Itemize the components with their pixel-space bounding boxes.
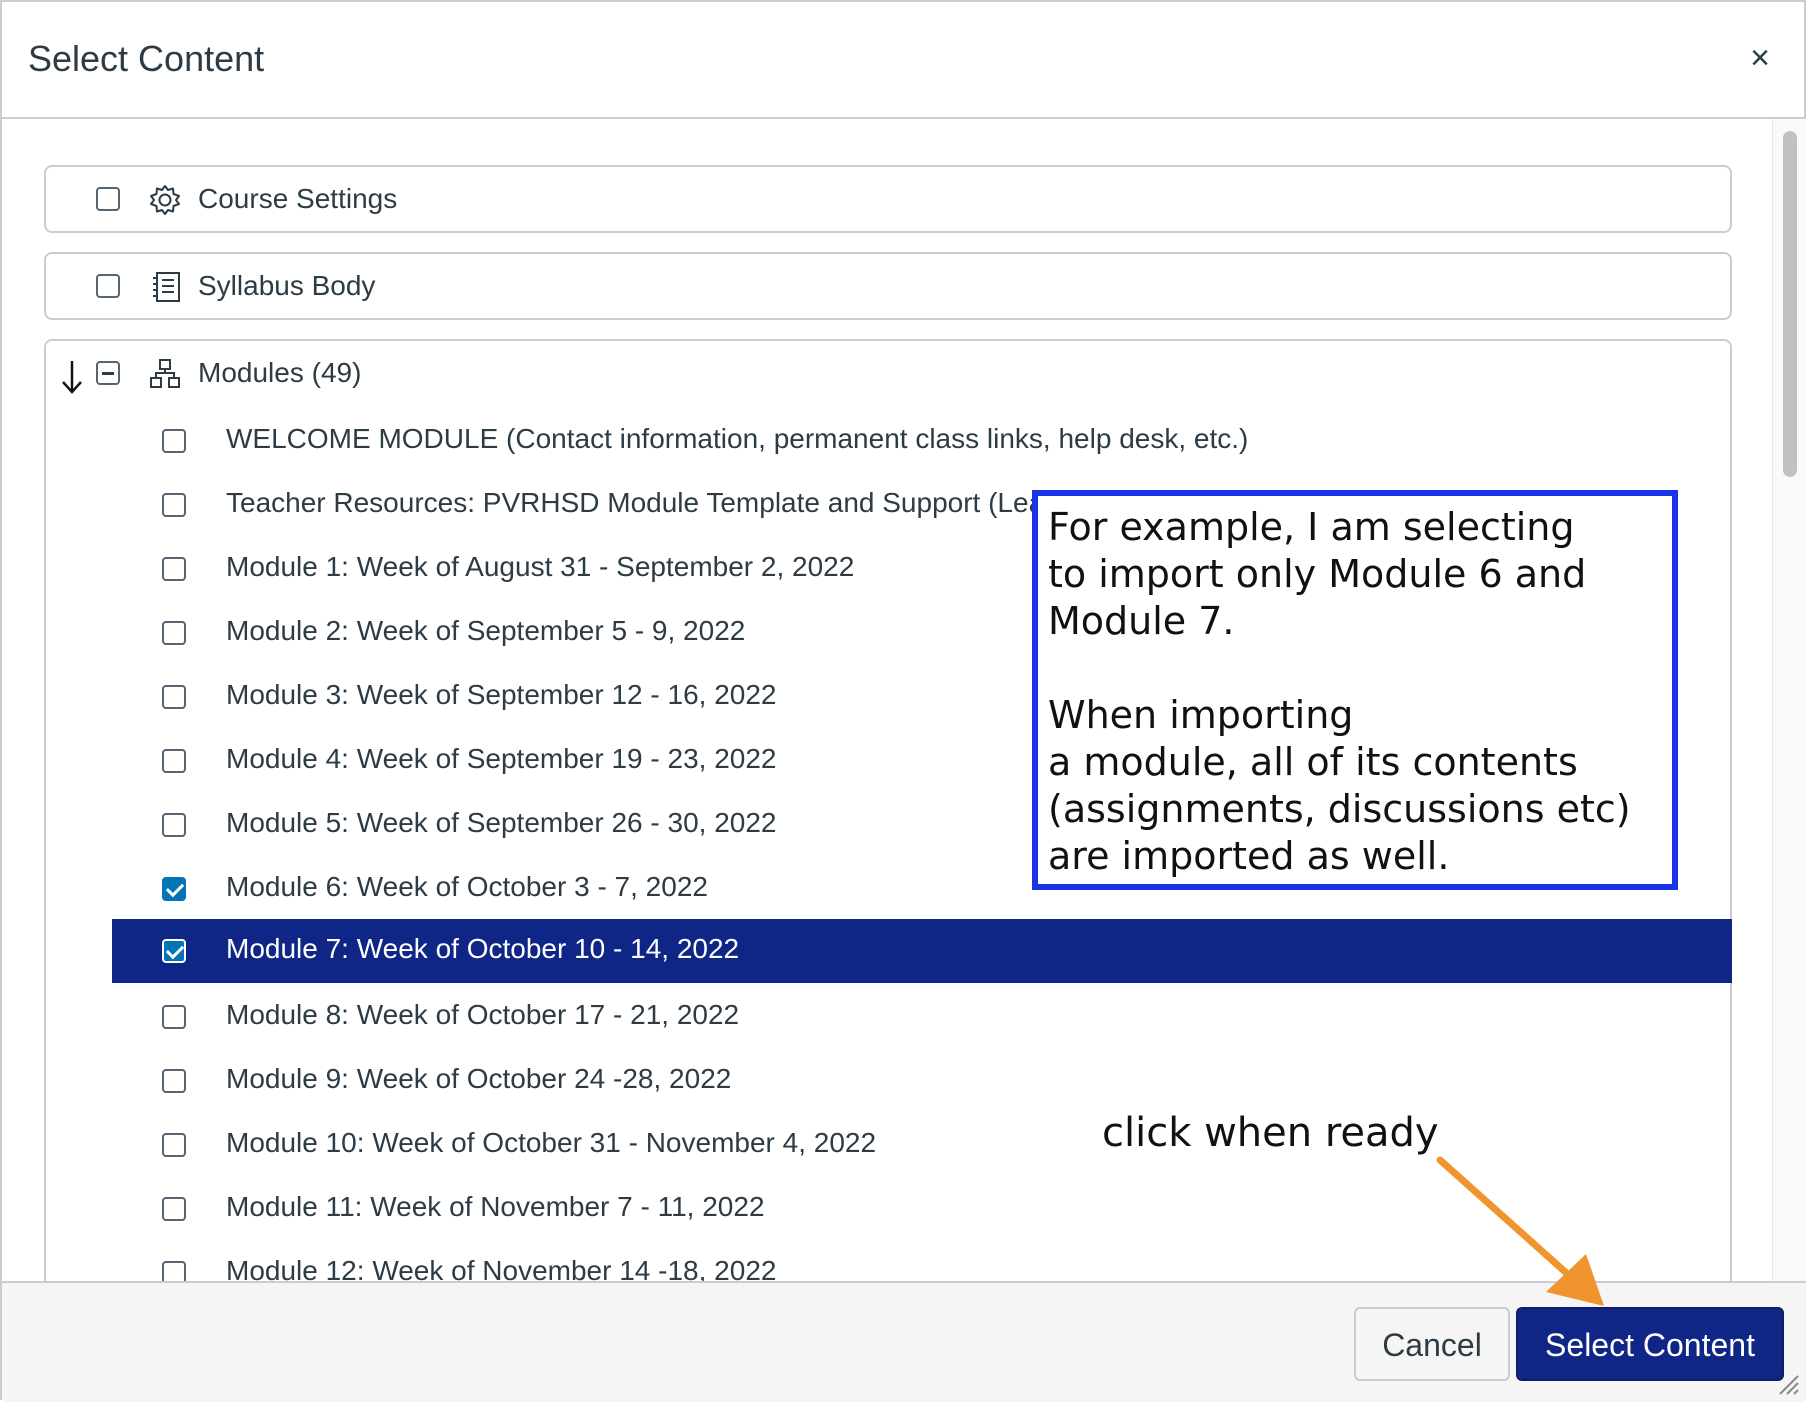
module-label: Module 1: Week of August 31 - September … bbox=[226, 551, 855, 582]
syllabus-body-label: Syllabus Body bbox=[198, 270, 376, 301]
module-row[interactable]: WELCOME MODULE (Contact information, per… bbox=[112, 409, 1732, 473]
annotation-click-text: click when ready bbox=[1102, 1110, 1439, 1156]
module-row-selected[interactable]: Module 7: Week of October 10 - 14, 2022 bbox=[112, 919, 1732, 983]
module-checkbox[interactable] bbox=[162, 1197, 186, 1221]
select-content-dialog: Select Content × Course Settings Syllabu… bbox=[0, 0, 1806, 1402]
modules-label: Modules (49) bbox=[198, 357, 362, 388]
module-checkbox[interactable] bbox=[162, 1005, 186, 1029]
module-checkbox[interactable] bbox=[162, 493, 186, 517]
module-label: Module 10: Week of October 31 - November… bbox=[226, 1127, 877, 1158]
module-label: Module 3: Week of September 12 - 16, 202… bbox=[226, 679, 777, 710]
annotation-box: For example, I am selecting to import on… bbox=[1032, 490, 1678, 890]
arrow-down-icon[interactable] bbox=[58, 357, 86, 397]
module-checkbox[interactable] bbox=[162, 1069, 186, 1093]
dialog-header: Select Content × bbox=[2, 2, 1806, 119]
syllabus-icon bbox=[153, 272, 180, 302]
module-label: Module 7: Week of October 10 - 14, 2022 bbox=[226, 933, 740, 964]
gear-icon bbox=[150, 185, 180, 215]
modules-icon bbox=[150, 359, 180, 388]
module-label: Module 5: Week of September 26 - 30, 202… bbox=[226, 807, 777, 838]
module-checkbox[interactable] bbox=[162, 621, 186, 645]
module-label: Module 9: Week of October 24 -28, 2022 bbox=[226, 1063, 732, 1094]
scrollbar[interactable] bbox=[1772, 119, 1806, 1281]
close-icon[interactable]: × bbox=[1742, 40, 1778, 76]
module-label: Module 11: Week of November 7 - 11, 2022 bbox=[226, 1191, 765, 1222]
module-label: WELCOME MODULE (Contact information, per… bbox=[226, 423, 1249, 454]
modules-checkbox[interactable] bbox=[96, 361, 120, 385]
module-checkbox[interactable] bbox=[162, 429, 186, 453]
course-settings-checkbox[interactable] bbox=[96, 187, 120, 211]
course-settings-panel: Course Settings bbox=[44, 165, 1732, 233]
scrollbar-thumb[interactable] bbox=[1783, 131, 1797, 477]
module-label: Module 4: Week of September 19 - 23, 202… bbox=[226, 743, 777, 774]
select-content-button[interactable]: Select Content bbox=[1516, 1307, 1784, 1381]
module-label: Module 6: Week of October 3 - 7, 2022 bbox=[226, 871, 708, 902]
module-label: Teacher Resources: PVRHSD Module Templat… bbox=[226, 487, 1074, 518]
module-row[interactable]: Module 8: Week of October 17 - 21, 2022 bbox=[112, 985, 1732, 1049]
cancel-button[interactable]: Cancel bbox=[1354, 1307, 1510, 1381]
module-checkbox[interactable] bbox=[162, 877, 186, 901]
module-row[interactable]: Module 9: Week of October 24 -28, 2022 bbox=[112, 1049, 1732, 1113]
course-settings-label: Course Settings bbox=[198, 183, 398, 214]
partial-check-mark bbox=[102, 372, 114, 375]
annotation-arrow-icon bbox=[1436, 1156, 1604, 1306]
module-checkbox[interactable] bbox=[162, 939, 186, 963]
resize-handle-icon[interactable] bbox=[1776, 1372, 1800, 1396]
module-checkbox[interactable] bbox=[162, 749, 186, 773]
module-checkbox[interactable] bbox=[162, 1261, 186, 1281]
module-checkbox[interactable] bbox=[162, 685, 186, 709]
module-checkbox[interactable] bbox=[162, 557, 186, 581]
module-label: Module 8: Week of October 17 - 21, 2022 bbox=[226, 999, 740, 1030]
module-checkbox[interactable] bbox=[162, 813, 186, 837]
syllabus-body-panel: Syllabus Body bbox=[44, 252, 1732, 320]
syllabus-body-checkbox[interactable] bbox=[96, 274, 120, 298]
module-label: Module 12: Week of November 14 -18, 2022 bbox=[226, 1255, 777, 1281]
module-checkbox[interactable] bbox=[162, 1133, 186, 1157]
dialog-title: Select Content bbox=[28, 38, 265, 79]
module-label: Module 2: Week of September 5 - 9, 2022 bbox=[226, 615, 746, 646]
